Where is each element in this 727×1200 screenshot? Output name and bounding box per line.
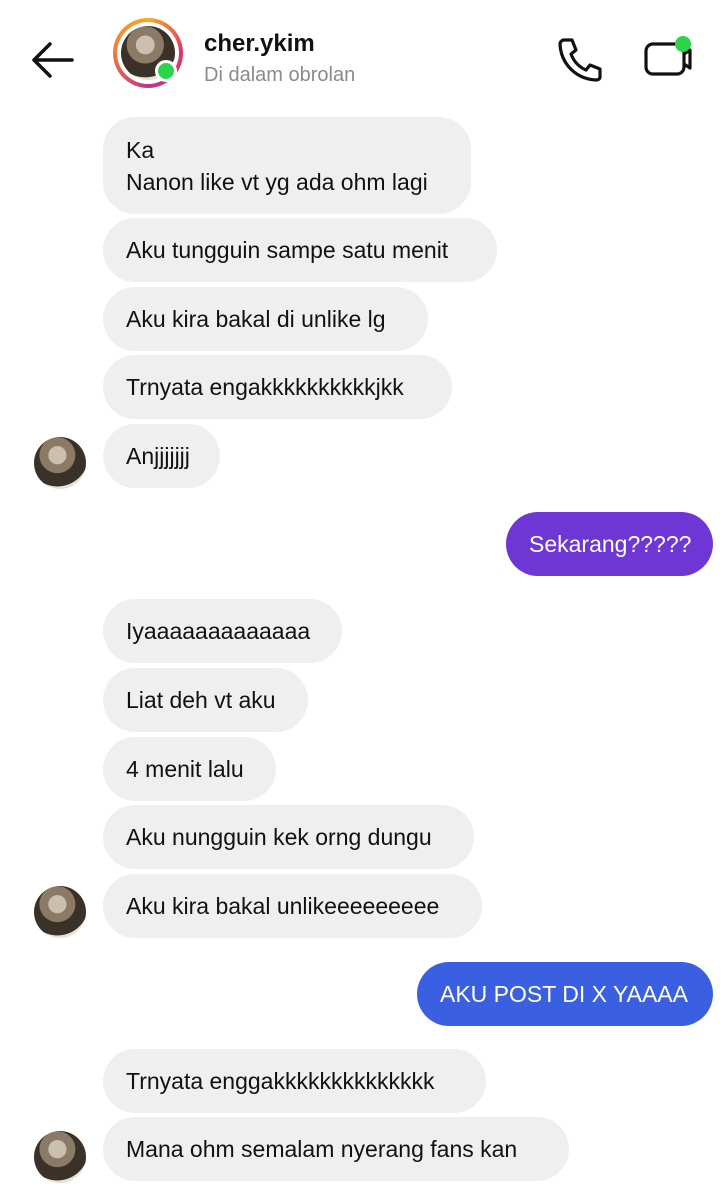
message-bubble[interactable]: Aku nungguin kek orng dungu bbox=[103, 805, 474, 869]
message-bubble[interactable]: Aku tungguin sampe satu menit bbox=[103, 218, 497, 282]
video-call-icon[interactable] bbox=[640, 34, 694, 82]
message-bubble[interactable]: Trnyata engakkkkkkkkkkjkk bbox=[103, 355, 452, 419]
sent-message-bubble[interactable]: AKU POST DI X YAAAA bbox=[417, 962, 713, 1026]
sender-avatar[interactable] bbox=[34, 437, 86, 489]
sender-avatar[interactable] bbox=[34, 886, 86, 938]
sender-avatar[interactable] bbox=[34, 1131, 86, 1183]
message-bubble[interactable]: 4 menit lalu bbox=[103, 737, 276, 801]
back-arrow-icon[interactable] bbox=[28, 38, 78, 82]
sent-message-bubble[interactable]: Sekarang????? bbox=[506, 512, 713, 576]
message-bubble[interactable]: Trnyata enggakkkkkkkkkkkkkk bbox=[103, 1049, 486, 1113]
message-bubble[interactable]: Iyaaaaaaaaaaaaa bbox=[103, 599, 342, 663]
chat-header: cher.ykim Di dalam obrolan bbox=[0, 0, 727, 118]
contact-name[interactable]: cher.ykim bbox=[204, 30, 315, 58]
message-bubble[interactable]: Aku kira bakal unlikeeeeeeeee bbox=[103, 874, 482, 938]
message-bubble[interactable]: Ka Nanon like vt yg ada ohm lagi bbox=[103, 117, 471, 214]
online-indicator bbox=[155, 60, 177, 82]
message-bubble[interactable]: Anjjjjjjj bbox=[103, 424, 220, 488]
message-bubble[interactable]: Aku kira bakal di unlike lg bbox=[103, 287, 428, 351]
contact-status: Di dalam obrolan bbox=[204, 64, 356, 86]
phone-icon[interactable] bbox=[554, 36, 604, 82]
message-bubble[interactable]: Liat deh vt aku bbox=[103, 668, 308, 732]
message-bubble[interactable]: Mana ohm semalam nyerang fans kan bbox=[103, 1117, 569, 1181]
